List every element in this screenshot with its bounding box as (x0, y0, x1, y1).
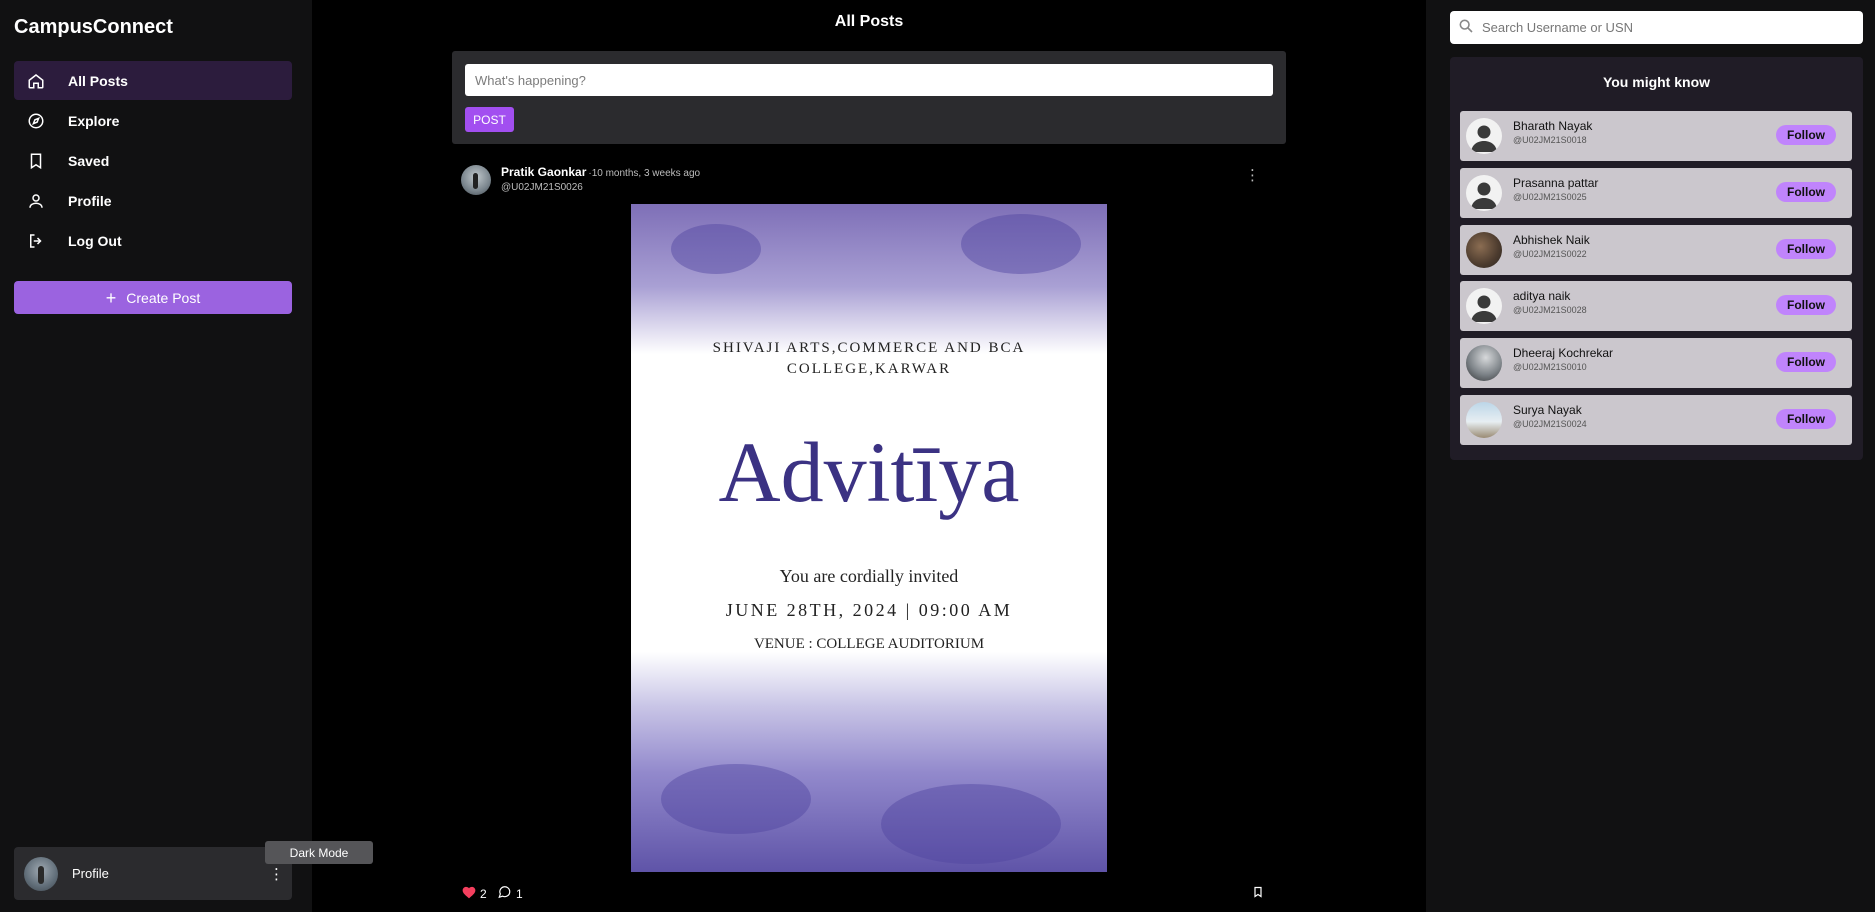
comment-button[interactable]: 1 (497, 885, 523, 902)
nav-item-explore[interactable]: Explore (14, 101, 292, 140)
heart-icon (461, 885, 477, 902)
whats-happening-input[interactable] (465, 64, 1273, 96)
nav-item-logout[interactable]: Log Out (14, 221, 292, 260)
post-author[interactable]: Pratik Gaonkar ·10 months, 3 weeks ago (501, 165, 700, 179)
suggestion-name[interactable]: Prasanna pattar (1513, 176, 1598, 190)
suggestion-handle: @U02JM21S0022 (1513, 249, 1587, 259)
post-actions: 2 1 (461, 885, 1276, 903)
post-author-name[interactable]: Pratik Gaonkar (501, 165, 586, 179)
post-more-options-icon[interactable]: ⋮ (1245, 166, 1260, 184)
more-options-icon[interactable]: ⋮ (269, 865, 284, 883)
nav-item-all-posts[interactable]: All Posts (14, 61, 292, 100)
profile-card-label: Profile (72, 866, 109, 881)
post-handle: @U02JM21S0026 (501, 182, 583, 193)
follow-button[interactable]: Follow (1776, 352, 1836, 372)
bookmark-icon (26, 151, 46, 171)
like-button[interactable]: 2 (461, 885, 487, 902)
avatar (1466, 345, 1502, 381)
avatar[interactable] (461, 165, 491, 195)
default-avatar-icon (1466, 288, 1502, 324)
suggestion-name[interactable]: Abhishek Naik (1513, 233, 1590, 247)
follow-button[interactable]: Follow (1776, 295, 1836, 315)
nav-item-label: Explore (68, 112, 120, 129)
suggestion-item[interactable]: Bharath Nayak @U02JM21S0018 Follow (1460, 111, 1852, 161)
compass-icon (26, 111, 46, 131)
post-image[interactable]: SHIVAJI ARTS,COMMERCE AND BCA COLLEGE,KA… (631, 204, 1107, 872)
nav-item-label: Saved (68, 152, 110, 169)
avatar (24, 856, 58, 891)
avatar (1466, 232, 1502, 268)
default-avatar-icon (1466, 118, 1502, 154)
profile-card[interactable]: Profile ⋮ (14, 847, 292, 900)
post-button[interactable]: POST (465, 107, 514, 132)
create-post-label: Create Post (126, 289, 201, 306)
follow-button[interactable]: Follow (1776, 409, 1836, 429)
poster-venue: VENUE : COLLEGE AUDITORIUM (753, 636, 985, 652)
left-sidebar: CampusConnect All Posts Explore Saved Pr… (0, 0, 312, 912)
ink-splash (881, 784, 1061, 864)
follow-button[interactable]: Follow (1776, 239, 1836, 259)
suggestion-handle: @U02JM21S0028 (1513, 305, 1587, 315)
poster-college: SHIVAJI ARTS,COMMERCE AND BCA COLLEGE,KA… (712, 340, 1026, 377)
search-icon (1458, 18, 1474, 39)
ink-splash (961, 214, 1081, 274)
app-logo[interactable]: CampusConnect (14, 16, 173, 39)
logout-icon (26, 231, 46, 251)
nav-item-saved[interactable]: Saved (14, 141, 292, 180)
suggestion-handle: @U02JM21S0025 (1513, 192, 1587, 202)
post-timestamp: ·10 months, 3 weeks ago (588, 168, 701, 179)
suggestion-item[interactable]: Dheeraj Kochrekar @U02JM21S0010 Follow (1460, 338, 1852, 388)
dark-mode-tooltip: Dark Mode (265, 841, 373, 864)
post-header: Pratik Gaonkar ·10 months, 3 weeks ago @U… (461, 164, 1276, 196)
nav-item-label: Profile (68, 192, 112, 209)
suggestion-name[interactable]: Bharath Nayak (1513, 119, 1592, 133)
suggestions-panel: You might know Bharath Nayak @U02JM21S00… (1450, 57, 1863, 460)
page-title: All Posts (834, 13, 904, 30)
home-icon (26, 71, 46, 91)
save-post-button[interactable] (1252, 885, 1264, 902)
suggestion-item[interactable]: Surya Nayak @U02JM21S0024 Follow (1460, 395, 1852, 445)
ink-splash (661, 764, 811, 834)
suggestion-item[interactable]: aditya naik @U02JM21S0028 Follow (1460, 281, 1852, 331)
avatar (1466, 402, 1502, 438)
suggestion-handle: @U02JM21S0018 (1513, 135, 1587, 145)
suggestion-handle: @U02JM21S0010 (1513, 362, 1587, 372)
poster-event-name: Advitīya (718, 424, 1020, 520)
suggestion-item[interactable]: Prasanna pattar @U02JM21S0025 Follow (1460, 168, 1852, 218)
create-post-button[interactable]: + Create Post (14, 281, 292, 314)
comment-count: 1 (516, 886, 523, 901)
default-avatar-icon (1466, 175, 1502, 211)
ink-splash (671, 224, 761, 274)
suggestion-name[interactable]: Dheeraj Kochrekar (1513, 346, 1613, 360)
nav-item-profile[interactable]: Profile (14, 181, 292, 220)
poster-date: JUNE 28TH, 2024 | 09:00 AM (725, 600, 1013, 620)
plus-icon: + (105, 287, 117, 308)
search-input[interactable] (1482, 11, 1857, 44)
comment-icon (497, 885, 512, 902)
user-icon (26, 191, 46, 211)
suggestions-title: You might know (1602, 74, 1711, 90)
follow-button[interactable]: Follow (1776, 182, 1836, 202)
follow-button[interactable]: Follow (1776, 125, 1836, 145)
nav-item-label: Log Out (68, 232, 122, 249)
like-count: 2 (480, 886, 487, 901)
suggestion-handle: @U02JM21S0024 (1513, 419, 1587, 429)
nav-item-label: All Posts (68, 72, 128, 89)
suggestion-item[interactable]: Abhishek Naik @U02JM21S0022 Follow (1460, 225, 1852, 275)
post-composer: POST (452, 51, 1286, 144)
poster-invite: You are cordially invited (779, 566, 959, 586)
suggestion-name[interactable]: Surya Nayak (1513, 403, 1582, 417)
user-search (1450, 11, 1863, 44)
suggestion-name[interactable]: aditya naik (1513, 289, 1570, 303)
bookmark-icon (1252, 886, 1264, 902)
main-nav: All Posts Explore Saved Profile Log Out (14, 61, 292, 261)
